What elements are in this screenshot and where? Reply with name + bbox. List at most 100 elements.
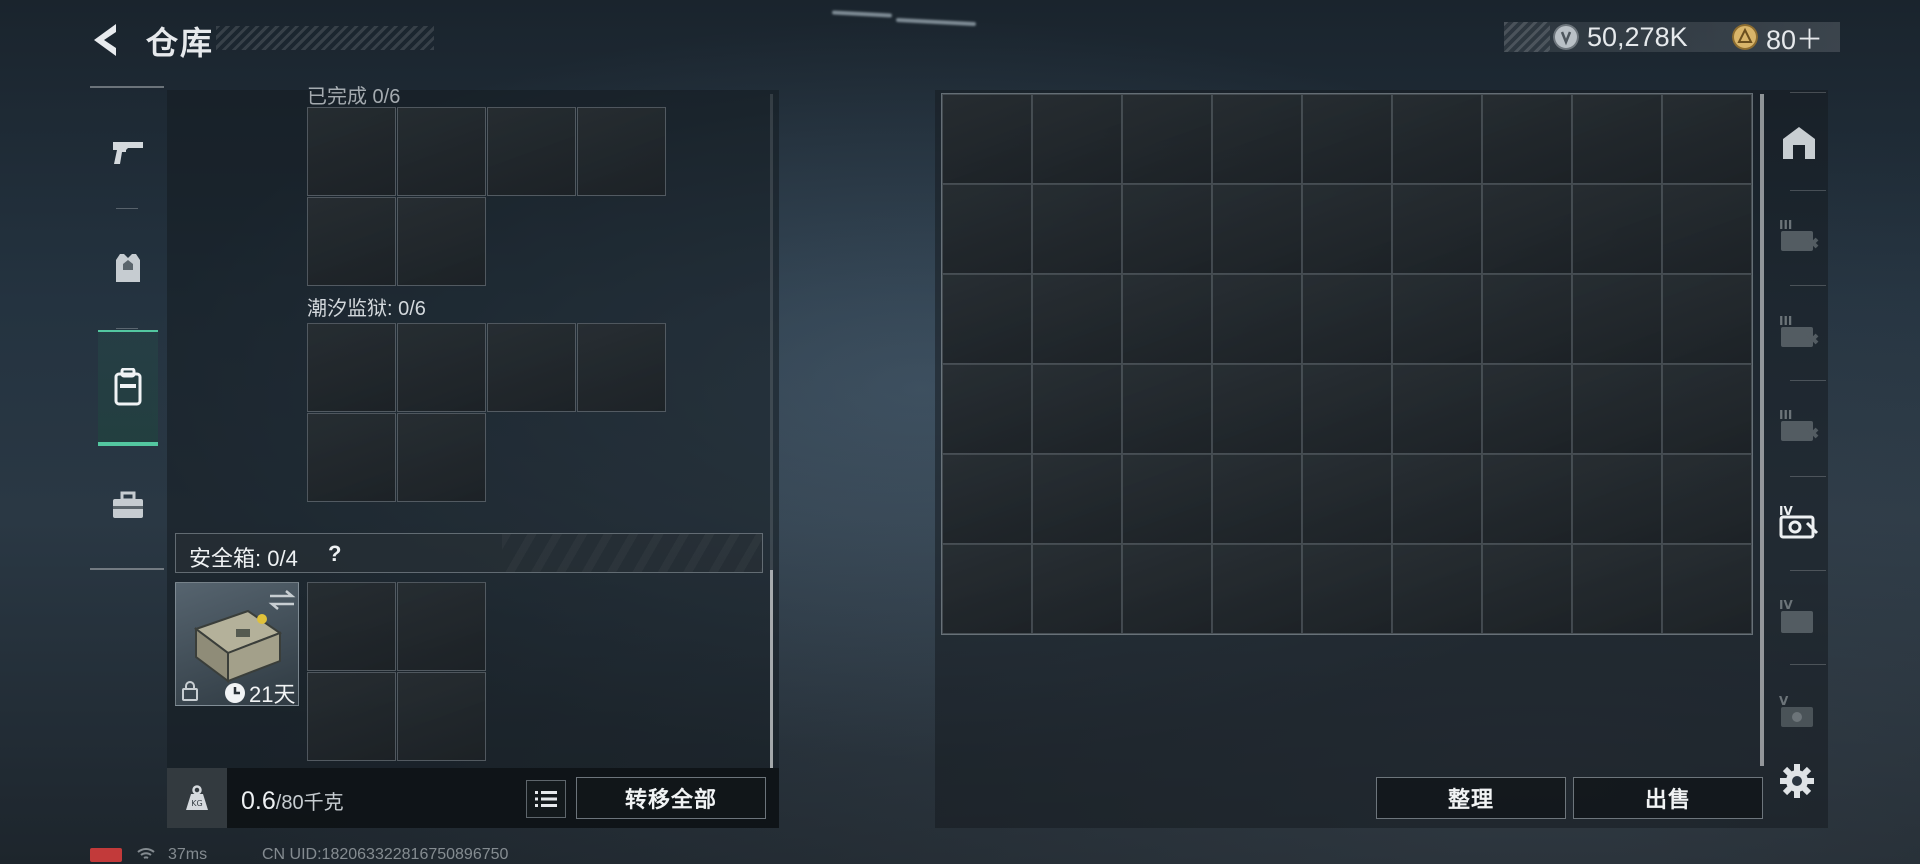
tab-weapons[interactable] <box>98 96 158 206</box>
stash-slot[interactable] <box>942 454 1032 544</box>
stash-slot[interactable] <box>1392 364 1482 454</box>
stash-slot[interactable] <box>1122 544 1212 634</box>
inventory-slot[interactable] <box>307 323 396 412</box>
inventory-slot[interactable] <box>487 107 576 196</box>
stash-slot[interactable] <box>1032 544 1122 634</box>
stash-slot[interactable] <box>1392 274 1482 364</box>
inventory-slot[interactable] <box>397 107 486 196</box>
stash-slot[interactable] <box>1302 364 1392 454</box>
help-button[interactable]: ? <box>328 541 341 567</box>
svg-text:KG: KG <box>191 799 202 808</box>
stash-slot[interactable] <box>1662 364 1752 454</box>
stash-slot[interactable] <box>1212 184 1302 274</box>
tab-divider <box>116 208 138 209</box>
section-label: 潮汐监狱: 0/6 <box>307 298 426 320</box>
stash-slot[interactable] <box>1212 94 1302 184</box>
tab-column-top-border <box>90 86 164 88</box>
stash-slot[interactable] <box>942 94 1032 184</box>
stash-slot[interactable] <box>1572 454 1662 544</box>
inventory-slot[interactable] <box>487 323 576 412</box>
inventory-slot[interactable] <box>577 323 666 412</box>
stash-slot[interactable] <box>1482 94 1572 184</box>
inventory-slot[interactable] <box>307 107 396 196</box>
stash-slot[interactable] <box>942 184 1032 274</box>
inventory-slot[interactable] <box>397 413 486 502</box>
stash-tab-v[interactable]: V <box>1772 668 1826 758</box>
stash-tab-iv-2[interactable]: IV <box>1772 572 1826 662</box>
stash-slot[interactable] <box>1212 544 1302 634</box>
stash-tab-iii-1[interactable]: III <box>1772 192 1826 282</box>
stash-slot[interactable] <box>1482 454 1572 544</box>
stash-slot[interactable] <box>1302 184 1392 274</box>
swap-icon[interactable] <box>268 589 296 611</box>
stash-slot[interactable] <box>1482 364 1572 454</box>
stash-slot[interactable] <box>1662 184 1752 274</box>
stash-slot[interactable] <box>1032 274 1122 364</box>
inventory-slot[interactable] <box>307 672 396 761</box>
stash-slot[interactable] <box>1302 544 1392 634</box>
stash-tab-divider <box>1790 285 1826 286</box>
stash-slot[interactable] <box>1572 364 1662 454</box>
transfer-all-button[interactable]: 转移全部 <box>576 777 766 819</box>
stash-tab-iii-3[interactable]: III <box>1772 382 1826 472</box>
inventory-slot[interactable] <box>397 582 486 671</box>
inventory-slot[interactable] <box>307 582 396 671</box>
inventory-scrollbar-thumb[interactable] <box>770 570 773 768</box>
tab-tools[interactable] <box>98 450 158 560</box>
inventory-slot[interactable] <box>397 323 486 412</box>
sell-button[interactable]: 出售 <box>1573 777 1763 819</box>
currency-silver[interactable]: 50,278K <box>1553 22 1688 52</box>
svg-text:IV: IV <box>1779 598 1793 612</box>
stash-slot[interactable] <box>1302 454 1392 544</box>
stash-slot[interactable] <box>942 274 1032 364</box>
inventory-slot[interactable] <box>397 197 486 286</box>
stash-slot[interactable] <box>1032 184 1122 274</box>
list-view-button[interactable] <box>526 780 566 818</box>
stash-slot[interactable] <box>1662 94 1752 184</box>
svg-text:V: V <box>1779 694 1789 708</box>
inventory-slot[interactable] <box>307 413 396 502</box>
stash-slot[interactable] <box>1482 184 1572 274</box>
stash-slot[interactable] <box>1392 94 1482 184</box>
stash-slot[interactable] <box>1662 544 1752 634</box>
stash-slot[interactable] <box>942 544 1032 634</box>
currency-gold[interactable]: 80＋ <box>1732 22 1823 55</box>
stash-tab-main[interactable] <box>1772 98 1826 188</box>
inventory-slot[interactable] <box>307 197 396 286</box>
stash-slot[interactable] <box>1212 454 1302 544</box>
stash-slot[interactable] <box>1392 184 1482 274</box>
inventory-slot[interactable] <box>397 672 486 761</box>
stash-slot[interactable] <box>1212 274 1302 364</box>
stash-slot[interactable] <box>1662 274 1752 364</box>
stash-slot[interactable] <box>1122 274 1212 364</box>
stash-slot[interactable] <box>942 364 1032 454</box>
back-button[interactable] <box>88 20 128 60</box>
stash-slot[interactable] <box>1122 364 1212 454</box>
stash-slot[interactable] <box>1572 184 1662 274</box>
stash-slot[interactable] <box>1032 364 1122 454</box>
stash-slot[interactable] <box>1122 94 1212 184</box>
stash-slot[interactable] <box>1032 94 1122 184</box>
stash-slot[interactable] <box>1392 544 1482 634</box>
stash-tab-iii-2[interactable]: III <box>1772 288 1826 378</box>
stash-slot[interactable] <box>1032 454 1122 544</box>
tab-equipment[interactable] <box>98 214 158 324</box>
stash-slot[interactable] <box>1122 454 1212 544</box>
stash-tab-iv-1[interactable]: IV <box>1772 478 1826 568</box>
settings-gear-icon[interactable] <box>1778 762 1816 800</box>
stash-slot[interactable] <box>1572 544 1662 634</box>
stash-slot[interactable] <box>1572 94 1662 184</box>
sort-button[interactable]: 整理 <box>1376 777 1566 819</box>
stash-slot[interactable] <box>1122 184 1212 274</box>
stash-slot[interactable] <box>1212 364 1302 454</box>
stash-slot[interactable] <box>1392 454 1482 544</box>
stash-slot[interactable] <box>1482 274 1572 364</box>
stash-scrollbar-thumb[interactable] <box>1760 94 1764 766</box>
stash-slot[interactable] <box>1662 454 1752 544</box>
inventory-slot[interactable] <box>577 107 666 196</box>
tab-containers[interactable] <box>98 330 158 446</box>
stash-slot[interactable] <box>1482 544 1572 634</box>
stash-slot[interactable] <box>1302 274 1392 364</box>
stash-slot[interactable] <box>1302 94 1392 184</box>
stash-slot[interactable] <box>1572 274 1662 364</box>
